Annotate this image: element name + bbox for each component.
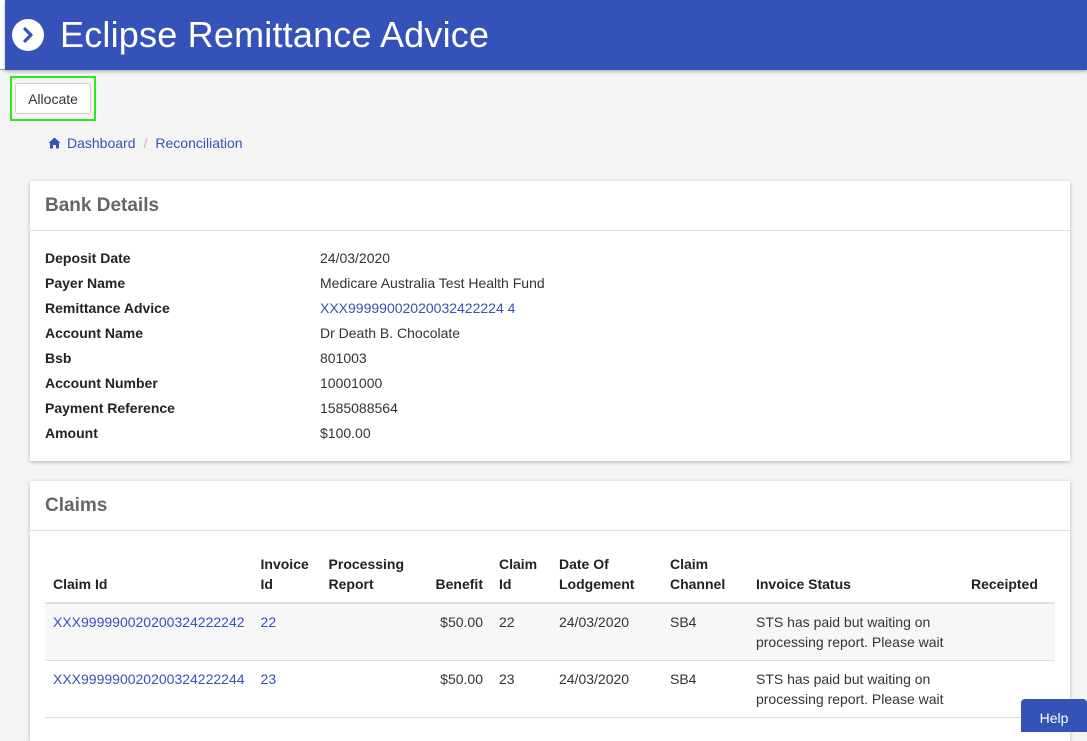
breadcrumb-separator: / (143, 135, 148, 151)
home-icon (48, 137, 61, 149)
col-benefit[interactable]: Benefit (427, 546, 491, 604)
bank-detail-row: Amount $100.00 (45, 420, 1055, 445)
processing-report-cell (320, 660, 428, 718)
allocate-highlight: Allocate (10, 76, 96, 121)
amount-value: $100.00 (320, 424, 371, 441)
payer-name-label: Payer Name (45, 274, 126, 291)
benefit-cell: $50.00 (427, 603, 491, 661)
bank-details-heading: Bank Details (30, 181, 1070, 231)
col-processing-report[interactable]: Processing Report (320, 546, 428, 604)
bank-detail-row: Bsb 801003 (45, 345, 1055, 370)
breadcrumb: Dashboard / Reconciliation (48, 135, 243, 151)
bank-detail-row: Payer Name Medicare Australia Test Healt… (45, 270, 1055, 295)
deposit-date-label: Deposit Date (45, 249, 131, 266)
status-cell: STS has paid but waiting on processing r… (747, 603, 963, 661)
bank-detail-row: Account Name Dr Death B. Chocolate (45, 320, 1055, 345)
bank-detail-row: Account Number 10001000 (45, 370, 1055, 395)
page-title: Eclipse Remittance Advice (60, 14, 490, 55)
benefit-cell: $50.00 (427, 660, 491, 718)
col-receipted[interactable]: Receipted (962, 546, 1055, 604)
allocate-button[interactable]: Allocate (15, 83, 91, 114)
col-invoice-id[interactable]: Invoice Id (252, 546, 321, 604)
processing-report-cell (320, 603, 428, 661)
account-number-value: 10001000 (320, 374, 383, 391)
table-header-row: Claim Id Invoice Id Processing Report Be… (45, 546, 1055, 604)
account-name-label: Account Name (45, 324, 144, 341)
status-cell: STS has paid but waiting on processing r… (747, 660, 963, 718)
breadcrumb-dashboard-link[interactable]: Dashboard (67, 135, 136, 151)
claims-table: Claim Id Invoice Id Processing Report Be… (45, 546, 1055, 718)
bank-detail-row: Deposit Date 24/03/2020 (45, 245, 1055, 270)
bank-details-panel: Bank Details Deposit Date 24/03/2020 Pay… (30, 181, 1070, 461)
date-cell: 24/03/2020 (550, 603, 662, 661)
remittance-advice-label: Remittance Advice (45, 299, 170, 316)
col-claim-no[interactable]: Claim Id (490, 546, 551, 604)
col-invoice-status[interactable]: Invoice Status (747, 546, 963, 604)
col-claim-channel[interactable]: Claim Channel (661, 546, 748, 604)
account-name-value: Dr Death B. Chocolate (320, 324, 461, 341)
invoice-id-link[interactable]: 22 (261, 614, 277, 630)
bank-detail-row: Payment Reference 1585088564 (45, 395, 1055, 420)
payment-reference-label: Payment Reference (45, 399, 175, 416)
account-number-label: Account Number (45, 374, 158, 391)
bsb-label: Bsb (45, 349, 72, 366)
deposit-date-value: 24/03/2020 (320, 249, 391, 266)
claim-id-link[interactable]: XXX999990020200324222242 (53, 614, 245, 630)
channel-cell: SB4 (661, 603, 748, 661)
table-row: XXX999990020200324222244 23 $50.00 23 24… (45, 660, 1055, 718)
receipted-cell (962, 603, 1055, 661)
app-header: Eclipse Remittance Advice (5, 0, 1087, 70)
claims-panel: Claims Claim Id Invoice Id Processing Re… (30, 481, 1070, 741)
amount-label: Amount (45, 424, 98, 441)
chevron-right-circle-icon[interactable] (12, 19, 44, 51)
col-claim-id[interactable]: Claim Id (45, 546, 253, 604)
bsb-value: 801003 (320, 349, 367, 366)
bank-detail-row: Remittance Advice XXX9999900202003242222… (45, 295, 1055, 320)
claim-no-cell: 22 (490, 603, 551, 661)
claim-no-cell: 23 (490, 660, 551, 718)
claim-id-link[interactable]: XXX999990020200324222244 (53, 671, 245, 687)
col-date-of-lodgement[interactable]: Date Of Lodgement (550, 546, 662, 604)
date-cell: 24/03/2020 (550, 660, 662, 718)
table-row: XXX999990020200324222242 22 $50.00 22 24… (45, 603, 1055, 661)
invoice-id-link[interactable]: 23 (261, 671, 277, 687)
claims-heading: Claims (30, 481, 1070, 531)
payer-name-value: Medicare Australia Test Health Fund (320, 274, 545, 291)
help-button[interactable]: Help (1021, 699, 1087, 732)
payment-reference-value: 1585088564 (320, 399, 398, 416)
channel-cell: SB4 (661, 660, 748, 718)
remittance-advice-link[interactable]: XXX99999002020032422224 4 (320, 300, 515, 316)
breadcrumb-reconciliation-link[interactable]: Reconciliation (155, 135, 242, 151)
